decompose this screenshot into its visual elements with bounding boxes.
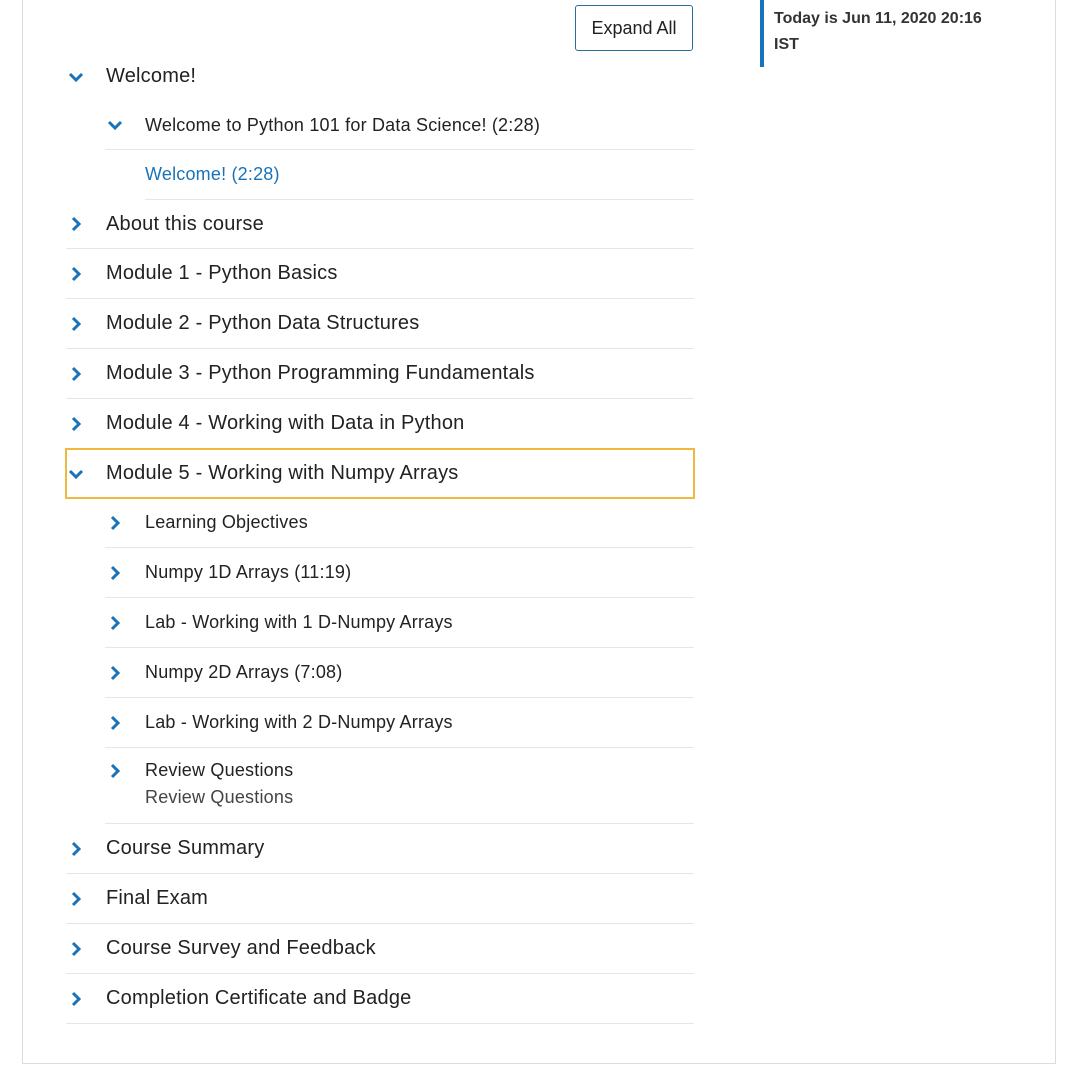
chevron-right-icon[interactable]: [105, 615, 145, 631]
section-final-exam[interactable]: Final Exam: [66, 874, 694, 924]
subsection-review-questions[interactable]: Review Questions Review Questions: [105, 748, 694, 824]
today-date-text: Today is Jun 11, 2020 20:16: [774, 10, 982, 27]
unit-welcome-video[interactable]: Welcome! (2:28): [145, 150, 694, 200]
chevron-right-icon[interactable]: [66, 991, 106, 1007]
chevron-right-icon[interactable]: [105, 515, 145, 531]
section-course-summary[interactable]: Course Summary: [66, 824, 694, 874]
today-date-banner: Today is Jun 11, 2020 20:16 IST: [760, 0, 1000, 67]
section-welcome[interactable]: Welcome!: [66, 52, 694, 101]
section-label: Module 4 - Working with Data in Python: [106, 412, 465, 434]
subsection-label: Numpy 2D Arrays (7:08): [145, 662, 343, 682]
chevron-down-icon[interactable]: [66, 69, 106, 85]
subsection-numpy-2d[interactable]: Numpy 2D Arrays (7:08): [105, 648, 694, 698]
chevron-right-icon[interactable]: [66, 266, 106, 282]
section-label: Welcome!: [106, 65, 197, 87]
section-module-2[interactable]: Module 2 - Python Data Structures: [66, 299, 694, 349]
subsection-label: Lab - Working with 2 D-Numpy Arrays: [145, 712, 453, 732]
section-course-survey[interactable]: Course Survey and Feedback: [66, 924, 694, 974]
subsection-label: Lab - Working with 1 D-Numpy Arrays: [145, 612, 453, 632]
subsection-label: Learning Objectives: [145, 512, 308, 532]
subsection-lab-2d[interactable]: Lab - Working with 2 D-Numpy Arrays: [105, 698, 694, 748]
section-label: About this course: [106, 212, 264, 235]
chevron-right-icon[interactable]: [105, 565, 145, 581]
section-label: Module 3 - Python Programming Fundamenta…: [106, 362, 535, 384]
chevron-right-icon[interactable]: [105, 715, 145, 731]
chevron-right-icon[interactable]: [66, 416, 106, 432]
subsection-label: Welcome to Python 101 for Data Science! …: [145, 114, 541, 135]
section-module-5[interactable]: Module 5 - Working with Numpy Arrays: [65, 448, 695, 499]
chevron-right-icon[interactable]: [66, 316, 106, 332]
section-label: Completion Certificate and Badge: [106, 987, 412, 1009]
subsection-numpy-1d[interactable]: Numpy 1D Arrays (11:19): [105, 548, 694, 598]
section-label: Module 1 - Python Basics: [106, 262, 338, 284]
chevron-right-icon[interactable]: [66, 216, 106, 232]
today-timezone-text: IST: [774, 36, 799, 53]
section-module-4[interactable]: Module 4 - Working with Data in Python: [66, 399, 694, 449]
subsection-lab-1d[interactable]: Lab - Working with 1 D-Numpy Arrays: [105, 598, 694, 648]
chevron-right-icon[interactable]: [66, 366, 106, 382]
subsection-learning-objectives[interactable]: Learning Objectives: [105, 498, 694, 548]
chevron-right-icon[interactable]: [105, 665, 145, 681]
review-subtitle: Review Questions: [145, 787, 294, 807]
section-label: Module 2 - Python Data Structures: [106, 312, 420, 334]
unit-link[interactable]: Welcome! (2:28): [145, 164, 694, 185]
subsection-label: Numpy 1D Arrays (11:19): [145, 562, 352, 582]
subsection-welcome-python101[interactable]: Welcome to Python 101 for Data Science! …: [105, 101, 694, 150]
section-label: Final Exam: [106, 887, 209, 909]
chevron-right-icon[interactable]: [66, 891, 106, 907]
section-label: Module 5 - Working with Numpy Arrays: [106, 462, 459, 484]
course-tree: Welcome! Welcome to Python 101 for Data …: [65, 52, 695, 1024]
expand-all-button[interactable]: Expand All: [575, 5, 693, 51]
chevron-right-icon[interactable]: [105, 760, 145, 779]
section-module-3[interactable]: Module 3 - Python Programming Fundamenta…: [66, 349, 694, 399]
chevron-down-icon[interactable]: [66, 466, 106, 482]
chevron-right-icon[interactable]: [66, 841, 106, 857]
chevron-right-icon[interactable]: [66, 941, 106, 957]
section-label: Course Summary: [106, 837, 265, 859]
subsection-label: Review Questions Review Questions: [145, 760, 694, 808]
section-about[interactable]: About this course: [66, 200, 694, 249]
chevron-down-icon[interactable]: [105, 117, 145, 133]
section-completion-certificate[interactable]: Completion Certificate and Badge: [66, 974, 694, 1024]
review-title: Review Questions: [145, 760, 294, 780]
section-module-1[interactable]: Module 1 - Python Basics: [66, 249, 694, 299]
section-label: Course Survey and Feedback: [106, 937, 376, 959]
